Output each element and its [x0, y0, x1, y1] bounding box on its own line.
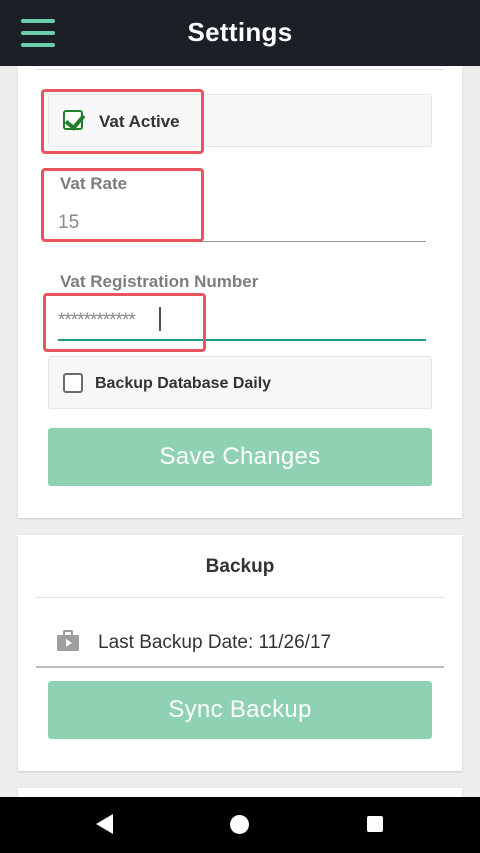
home-icon[interactable] — [230, 815, 249, 834]
backup-title: Backup — [205, 556, 275, 577]
backup-card: Backup Last Backup Date: 11/26/17 Sync B… — [18, 535, 462, 771]
backup-daily-label: Backup Database Daily — [95, 375, 272, 392]
backup-title-divider — [36, 597, 444, 598]
save-changes-button[interactable]: Save Changes — [48, 428, 432, 486]
sync-backup-button[interactable]: Sync Backup — [48, 681, 432, 739]
page-title: Settings — [187, 17, 293, 47]
last-backup-date: Last Backup Date: 11/26/17 — [98, 632, 332, 653]
vat-registration-label: Vat Registration Number — [60, 272, 259, 291]
highlight-vat-registration — [43, 293, 206, 352]
app-bar: Settings — [0, 0, 480, 66]
recent-apps-icon[interactable] — [367, 816, 383, 832]
system-nav-bar — [0, 797, 480, 853]
backup-row-divider — [36, 666, 444, 668]
highlight-vat-rate — [41, 168, 204, 242]
highlight-vat-active — [41, 89, 204, 154]
briefcase-icon — [57, 630, 79, 651]
card-top-divider — [36, 69, 444, 70]
back-icon[interactable] — [96, 814, 113, 834]
backup-daily-row[interactable]: Backup Database Daily — [48, 356, 432, 409]
backup-daily-checkbox[interactable] — [63, 373, 83, 393]
